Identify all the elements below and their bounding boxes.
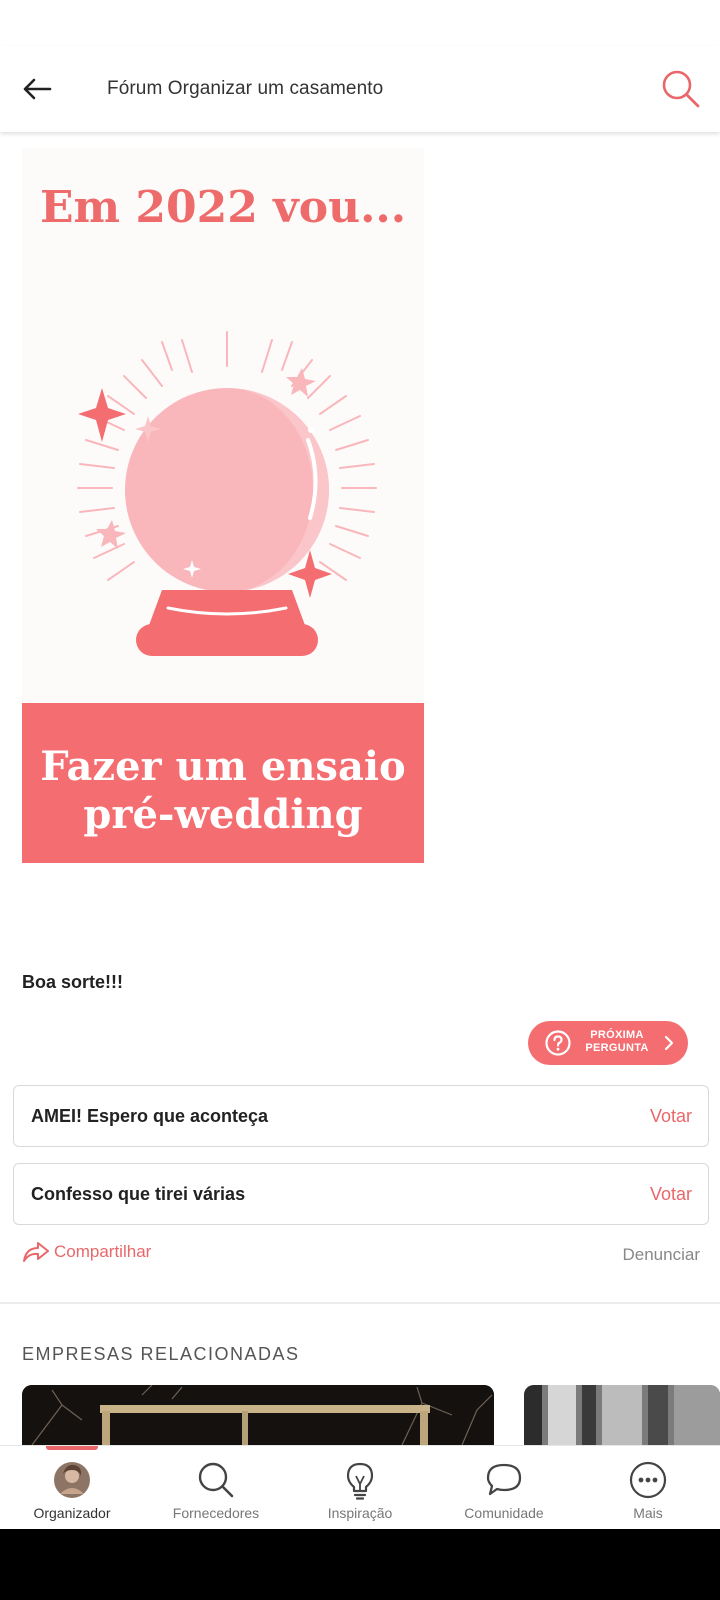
status-bar <box>0 0 720 46</box>
post-image[interactable]: Em 2022 vou... Fazer um ensaio pré-weddi… <box>22 148 424 863</box>
chevron-right-icon <box>664 1035 674 1051</box>
nav-item-inspiracao[interactable]: Inspiração <box>288 1446 432 1530</box>
search-icon <box>662 70 700 108</box>
nav-label: Mais <box>633 1505 663 1521</box>
more-dots-icon <box>629 1461 667 1499</box>
active-tab-indicator <box>46 1446 98 1450</box>
nav-item-fornecedores[interactable]: Fornecedores <box>144 1446 288 1530</box>
poll-option-text: Confesso que tirei várias <box>31 1184 246 1204</box>
related-company-card[interactable] <box>22 1385 494 1445</box>
nav-label: Comunidade <box>464 1505 544 1521</box>
next-question-label: PRÓXIMA PERGUNTA <box>582 1029 652 1055</box>
vote-button[interactable]: Votar <box>650 1184 692 1205</box>
system-navigation-bar <box>0 1529 720 1600</box>
nav-item-comunidade[interactable]: Comunidade <box>432 1446 576 1530</box>
chat-bubble-icon <box>486 1463 522 1496</box>
poll-option[interactable]: Confesso que tirei várias Votar <box>13 1163 709 1225</box>
related-companies-title: EMPRESAS RELACIONADAS <box>22 1344 300 1364</box>
back-button[interactable] <box>18 70 56 108</box>
top-app-bar: Fórum Organizar um casamento <box>0 46 720 132</box>
poster-band-text: Fazer um ensaio pré-wedding <box>22 743 424 839</box>
lightbulb-icon <box>346 1462 374 1500</box>
nav-item-organizador[interactable]: Organizador <box>0 1446 144 1530</box>
post-body-text: Boa sorte!!! <box>22 972 124 992</box>
poster-band: Fazer um ensaio pré-wedding <box>22 703 424 863</box>
arrow-left-icon <box>23 78 52 100</box>
section-divider <box>0 1302 720 1304</box>
next-question-label-line-2: PERGUNTA <box>585 1042 649 1054</box>
report-link[interactable]: Denunciar <box>623 1245 701 1265</box>
share-label: Compartilhar <box>54 1242 152 1261</box>
question-circle-icon <box>545 1030 571 1056</box>
poster-band-line-1: Fazer um ensaio <box>40 743 406 790</box>
card-image <box>524 1385 720 1445</box>
search-icon <box>198 1462 234 1498</box>
poll-option-text: AMEI! Espero que aconteça <box>31 1106 269 1126</box>
poster-heading: Em 2022 vou... <box>39 182 407 233</box>
share-arrow-icon <box>23 1242 49 1262</box>
nav-item-mais[interactable]: Mais <box>576 1446 720 1530</box>
page-title: Fórum Organizar um casamento <box>107 78 384 99</box>
bottom-navigation: Organizador Fornecedores Inspiração Comu… <box>0 1445 720 1529</box>
nav-label: Inspiração <box>327 1505 393 1521</box>
nav-label: Organizador <box>33 1505 111 1521</box>
poster-band-line-2: pré-wedding <box>83 791 363 838</box>
poll-option[interactable]: AMEI! Espero que aconteça Votar <box>13 1085 709 1147</box>
related-company-card[interactable] <box>524 1385 720 1445</box>
nav-label: Fornecedores <box>172 1505 260 1521</box>
search-button[interactable] <box>660 68 702 110</box>
share-button[interactable]: Compartilhar <box>22 1240 151 1264</box>
vote-button[interactable]: Votar <box>650 1106 692 1127</box>
next-question-label-line-1: PRÓXIMA <box>590 1029 644 1041</box>
card-image <box>22 1385 494 1445</box>
next-question-button[interactable]: PRÓXIMA PERGUNTA <box>528 1021 688 1065</box>
avatar-icon <box>54 1462 90 1498</box>
